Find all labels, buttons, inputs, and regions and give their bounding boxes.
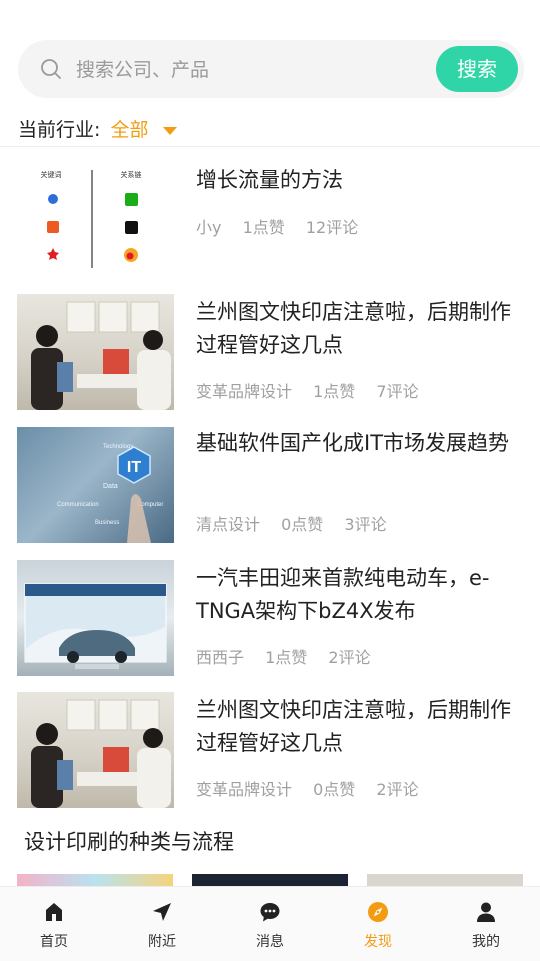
article-meta: 变革品牌设计 1点赞 7评论 — [196, 378, 435, 402]
article-author: 变革品牌设计 — [196, 382, 293, 401]
article-thumbnail — [17, 692, 174, 808]
article-likes: 1点赞 — [313, 382, 356, 401]
tab-label: 消息 — [256, 934, 284, 950]
thumb-right-heading: 关系链 — [121, 170, 142, 179]
article-item[interactable]: 兰州图文快印店注意啦，后期制作过程管好这几点 变革品牌设计 0点赞 2评论 — [0, 692, 540, 812]
search-input[interactable]: 搜索公司、产品 — [76, 55, 209, 82]
article-title[interactable]: 基础软件国产化成IT市场发展趋势 — [196, 427, 522, 460]
industry-selector[interactable]: 当前行业: 全部 — [18, 115, 177, 142]
search-button[interactable]: 搜索 — [436, 46, 518, 92]
article-comments: 3评论 — [344, 515, 387, 534]
article-item[interactable]: 关键词 关系链 增长流量的方法 小y 1点赞 12评论 — [0, 164, 540, 284]
thumb-word: Technology — [103, 444, 133, 450]
article-title[interactable]: 兰州图文快印店注意啦，后期制作过程管好这几点 — [196, 694, 522, 760]
article-item[interactable]: IT Data Communication Business Technolog… — [0, 427, 540, 547]
tab-label: 我的 — [472, 934, 500, 950]
tab-discover[interactable]: 发现 — [324, 887, 432, 961]
article-meta: 小y 1点赞 12评论 — [196, 214, 374, 238]
article-author: 变革品牌设计 — [196, 780, 293, 799]
chat-bubble-icon — [260, 903, 280, 922]
article-comments: 7评论 — [376, 382, 419, 401]
article-comments: 2评论 — [328, 648, 371, 667]
article-thumbnail: IT Data Communication Business Technolog… — [17, 427, 174, 543]
thumb-left-heading: 关键词 — [41, 170, 62, 179]
article-comments: 2评论 — [376, 780, 419, 799]
tab-label: 首页 — [40, 934, 68, 950]
bottom-tab-bar: 首页 附近 消息 发现 我的 — [0, 886, 540, 961]
divider — [0, 146, 540, 147]
article-likes: 1点赞 — [265, 648, 308, 667]
thumb-word: Business — [95, 520, 119, 526]
article-likes: 0点赞 — [281, 515, 324, 534]
user-icon — [477, 902, 495, 922]
article-meta: 变革品牌设计 0点赞 2评论 — [196, 776, 435, 800]
article-author: 小y — [196, 218, 222, 237]
thumb-word: Data — [103, 483, 118, 490]
navigation-arrow-icon — [153, 903, 171, 921]
article-thumbnail — [17, 294, 174, 410]
article-item[interactable]: 兰州图文快印店注意啦，后期制作过程管好这几点 变革品牌设计 1点赞 7评论 — [0, 294, 540, 414]
article-likes: 1点赞 — [242, 218, 285, 237]
tab-label: 附近 — [148, 934, 176, 950]
article-title[interactable]: 增长流量的方法 — [196, 164, 522, 197]
thumb-it-badge: IT — [127, 459, 141, 476]
article-comments: 12评论 — [305, 218, 359, 237]
article-author: 清点设计 — [196, 515, 261, 534]
article-thumbnail — [17, 560, 174, 676]
article-meta: 清点设计 0点赞 3评论 — [196, 511, 403, 535]
search-icon — [41, 59, 61, 79]
article-title[interactable]: 兰州图文快印店注意啦，后期制作过程管好这几点 — [196, 296, 522, 362]
article-likes: 0点赞 — [313, 780, 356, 799]
article-item[interactable]: 一汽丰田迎来首款纯电动车，e-TNGA架构下bZ4X发布 西西子 1点赞 2评论 — [0, 560, 540, 680]
tab-home[interactable]: 首页 — [0, 887, 108, 961]
industry-value[interactable]: 全部 — [110, 119, 148, 141]
article-meta: 西西子 1点赞 2评论 — [196, 644, 387, 668]
caret-down-icon[interactable] — [162, 126, 177, 135]
section-title: 设计印刷的种类与流程 — [24, 830, 234, 854]
article-thumbnail: 关键词 关系链 — [17, 164, 174, 274]
thumb-word: Communication — [57, 502, 99, 508]
compass-icon — [368, 902, 388, 922]
article-title[interactable]: 一汽丰田迎来首款纯电动车，e-TNGA架构下bZ4X发布 — [196, 562, 522, 628]
tab-messages[interactable]: 消息 — [216, 887, 324, 961]
tab-label: 发现 — [364, 934, 392, 950]
tab-nearby[interactable]: 附近 — [108, 887, 216, 961]
search-bar[interactable]: 搜索公司、产品 搜索 — [18, 40, 524, 98]
industry-label: 当前行业: — [18, 119, 101, 141]
article-author: 西西子 — [196, 648, 245, 667]
home-icon — [46, 903, 62, 921]
tab-profile[interactable]: 我的 — [432, 887, 540, 961]
